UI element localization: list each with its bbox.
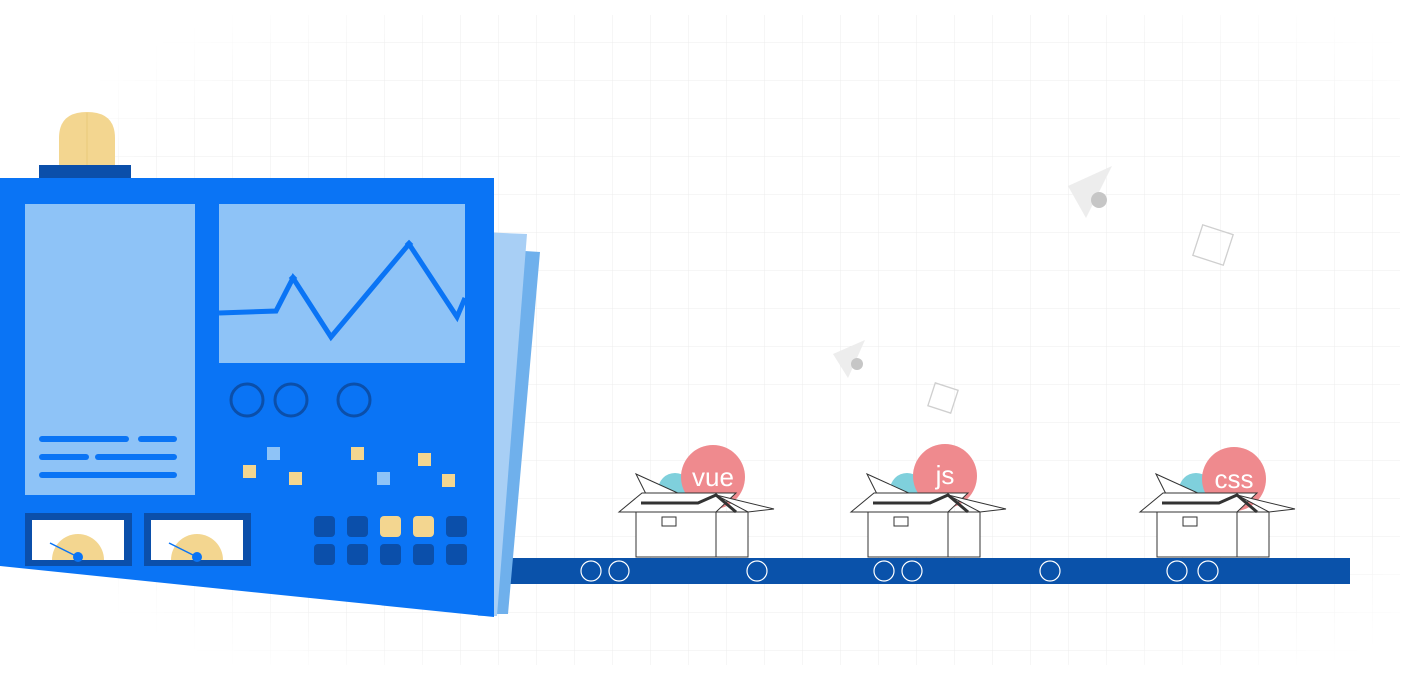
machine [0, 112, 494, 617]
gauge-icon [144, 513, 251, 566]
chart-screen [219, 204, 465, 363]
conveyor-belt [505, 558, 1350, 584]
factory-illustration: vue js css [0, 15, 1400, 665]
box-label: vue [692, 462, 734, 492]
lamp-base [39, 165, 131, 178]
box-label: css [1215, 464, 1254, 494]
gauge-icon [25, 513, 132, 566]
box-label: js [935, 460, 955, 490]
info-panel [25, 204, 195, 495]
